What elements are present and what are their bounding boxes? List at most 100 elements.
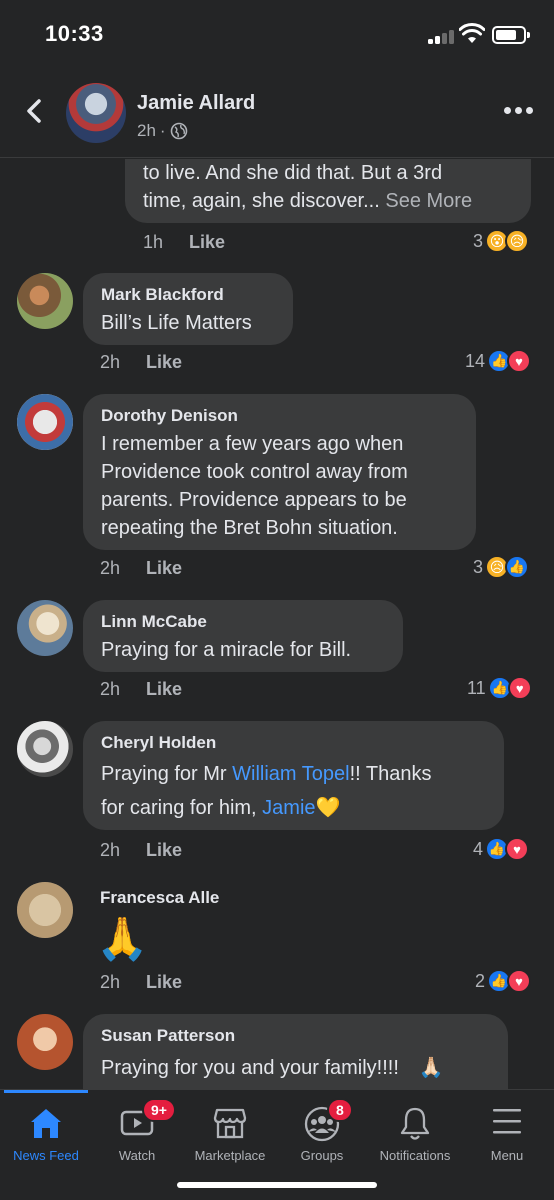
tab-label: Notifications — [379, 1148, 451, 1163]
comment-text-part: !! Thanks — [349, 763, 432, 785]
post-meta: 2h · — [137, 121, 188, 141]
like-button[interactable]: Like — [146, 840, 182, 861]
yellow-heart-icon: 💛 — [315, 797, 341, 819]
mention-link[interactable]: Jamie — [262, 797, 315, 819]
comment-meta: 2h Like — [100, 679, 182, 700]
status-time: 10:33 — [45, 21, 104, 46]
comment-time: 2h — [100, 352, 121, 372]
reaction-count: 2 — [475, 970, 486, 991]
tab-marketplace[interactable]: Marketplace — [180, 1104, 280, 1164]
praying-hands-icon: 🙏 — [96, 915, 149, 962]
reaction-count: 3 — [473, 556, 484, 577]
battery-icon — [492, 26, 530, 44]
more-options-icon[interactable] — [504, 104, 536, 118]
reactions[interactable]: 14 👍 ♥ — [465, 349, 532, 373]
comment-bubble: Mark Blackford Bill’s Life Matters — [83, 273, 293, 345]
comment-text: Praying for Mr William Topel!! Thanks fo… — [101, 757, 486, 825]
commenter-avatar[interactable] — [17, 1014, 73, 1070]
notification-badge: 9+ — [142, 1098, 176, 1122]
comment-bubble: Cheryl Holden Praying for Mr William Top… — [83, 721, 504, 830]
home-indicator[interactable] — [177, 1182, 377, 1188]
back-arrow-icon[interactable] — [18, 94, 52, 128]
reactions[interactable]: 2 👍 ♥ — [475, 969, 532, 993]
thumbs-up-reaction-icon: 👍 — [505, 555, 530, 579]
like-button[interactable]: Like — [146, 352, 182, 373]
comment-line: time, again, she discover... — [143, 190, 380, 212]
comment-author[interactable]: Mark Blackford — [101, 285, 275, 305]
reaction-count: 11 — [467, 677, 486, 698]
comment-author[interactable]: Francesca Alle — [100, 888, 219, 908]
reaction-count: 14 — [465, 350, 486, 371]
tab-menu[interactable]: Menu — [457, 1104, 554, 1164]
mention-link[interactable]: William Topel — [232, 763, 349, 785]
hamburger-menu-icon — [493, 1109, 521, 1134]
commenter-avatar[interactable] — [17, 882, 73, 938]
comments-feed[interactable]: to live. And she did that. But a 3rd tim… — [0, 159, 554, 1089]
commenter-avatar[interactable] — [17, 721, 73, 777]
comment-line: I remember a few years ago when — [101, 433, 404, 455]
commenter-avatar[interactable] — [17, 273, 73, 329]
comment-meta: 1h Like — [143, 232, 225, 253]
globe-icon — [170, 122, 187, 140]
comment-time: 2h — [100, 558, 121, 578]
tab-notifications[interactable]: Notifications — [364, 1104, 466, 1164]
comment-bubble: to live. And she did that. But a 3rd tim… — [125, 159, 531, 223]
home-icon — [31, 1109, 61, 1138]
comment-bubble: Linn McCabe Praying for a miracle for Bi… — [83, 600, 403, 672]
commenter-avatar[interactable] — [17, 600, 73, 656]
comment-text-part: Praying for Mr — [101, 763, 233, 785]
comment-text-part: for caring for him, — [101, 797, 263, 819]
comment-line: repeating the Bret Bohn situation. — [101, 517, 398, 539]
tab-groups[interactable]: 8 Groups — [272, 1098, 372, 1164]
reaction-count: 3 — [473, 230, 484, 251]
comment-text: Praying for a miracle for Bill. — [101, 639, 352, 661]
tab-label: Watch — [118, 1148, 156, 1163]
active-tab-indicator — [4, 1090, 88, 1093]
praying-hands-icon: 🙏🏻 — [418, 1057, 444, 1079]
tab-label: News Feed — [13, 1148, 79, 1163]
cellular-signal-icon — [428, 28, 458, 44]
reactions[interactable]: 4 👍 ♥ — [473, 837, 530, 861]
post-time: 2h — [137, 121, 156, 140]
comment-line: to live. And she did that. But a 3rd — [143, 162, 443, 184]
comment-author[interactable]: Linn McCabe — [101, 612, 385, 632]
heart-reaction-icon: ♥ — [507, 676, 532, 700]
reactions[interactable]: 3 😮 😥 — [473, 229, 530, 253]
comment-meta: 2h Like — [100, 558, 182, 579]
notification-badge: 8 — [327, 1098, 353, 1122]
tab-watch[interactable]: 9+ Watch — [87, 1098, 187, 1164]
comment-author[interactable]: Dorothy Denison — [101, 406, 458, 426]
author-avatar[interactable] — [66, 83, 126, 143]
comment-text: I remember a few years ago when Providen… — [101, 430, 458, 542]
like-button[interactable]: Like — [189, 232, 225, 253]
comment-time: 1h — [143, 232, 164, 252]
comment-line: parents. Providence appears to be — [101, 489, 407, 511]
commenter-avatar[interactable] — [17, 394, 73, 450]
reactions[interactable]: 3 😥 👍 — [473, 555, 530, 579]
tab-label: Marketplace — [194, 1148, 266, 1163]
wifi-icon — [459, 23, 485, 43]
reactions[interactable]: 11 👍 ♥ — [467, 676, 532, 700]
sad-reaction-icon: 😥 — [505, 229, 530, 253]
bell-icon — [400, 1107, 430, 1140]
tab-news-feed[interactable]: News Feed — [0, 1104, 96, 1164]
like-button[interactable]: Like — [146, 558, 182, 579]
comment-author[interactable]: Cheryl Holden — [101, 733, 486, 753]
author-name[interactable]: Jamie Allard — [137, 92, 255, 115]
comment-author[interactable]: Susan Patterson — [101, 1026, 490, 1046]
like-button[interactable]: Like — [146, 972, 182, 993]
comment-text: Praying for you and your family!!!! 🙏🏻 — [101, 1054, 490, 1082]
comment-time: 2h — [100, 840, 121, 860]
comment-text: to live. And she did that. But a 3rd tim… — [143, 159, 513, 215]
comment-meta: 2h Like — [100, 972, 182, 993]
comment-line: Providence took control away from — [101, 461, 408, 483]
heart-reaction-icon: ♥ — [507, 969, 532, 993]
like-button[interactable]: Like — [146, 679, 182, 700]
reaction-count: 4 — [473, 838, 484, 859]
comment-meta: 2h Like — [100, 352, 182, 373]
see-more-link[interactable]: See More — [385, 190, 472, 212]
comment-meta: 2h Like — [100, 840, 182, 861]
post-header: Jamie Allard 2h · — [0, 70, 554, 158]
comment-time: 2h — [100, 679, 121, 699]
tab-label: Menu — [490, 1148, 524, 1163]
